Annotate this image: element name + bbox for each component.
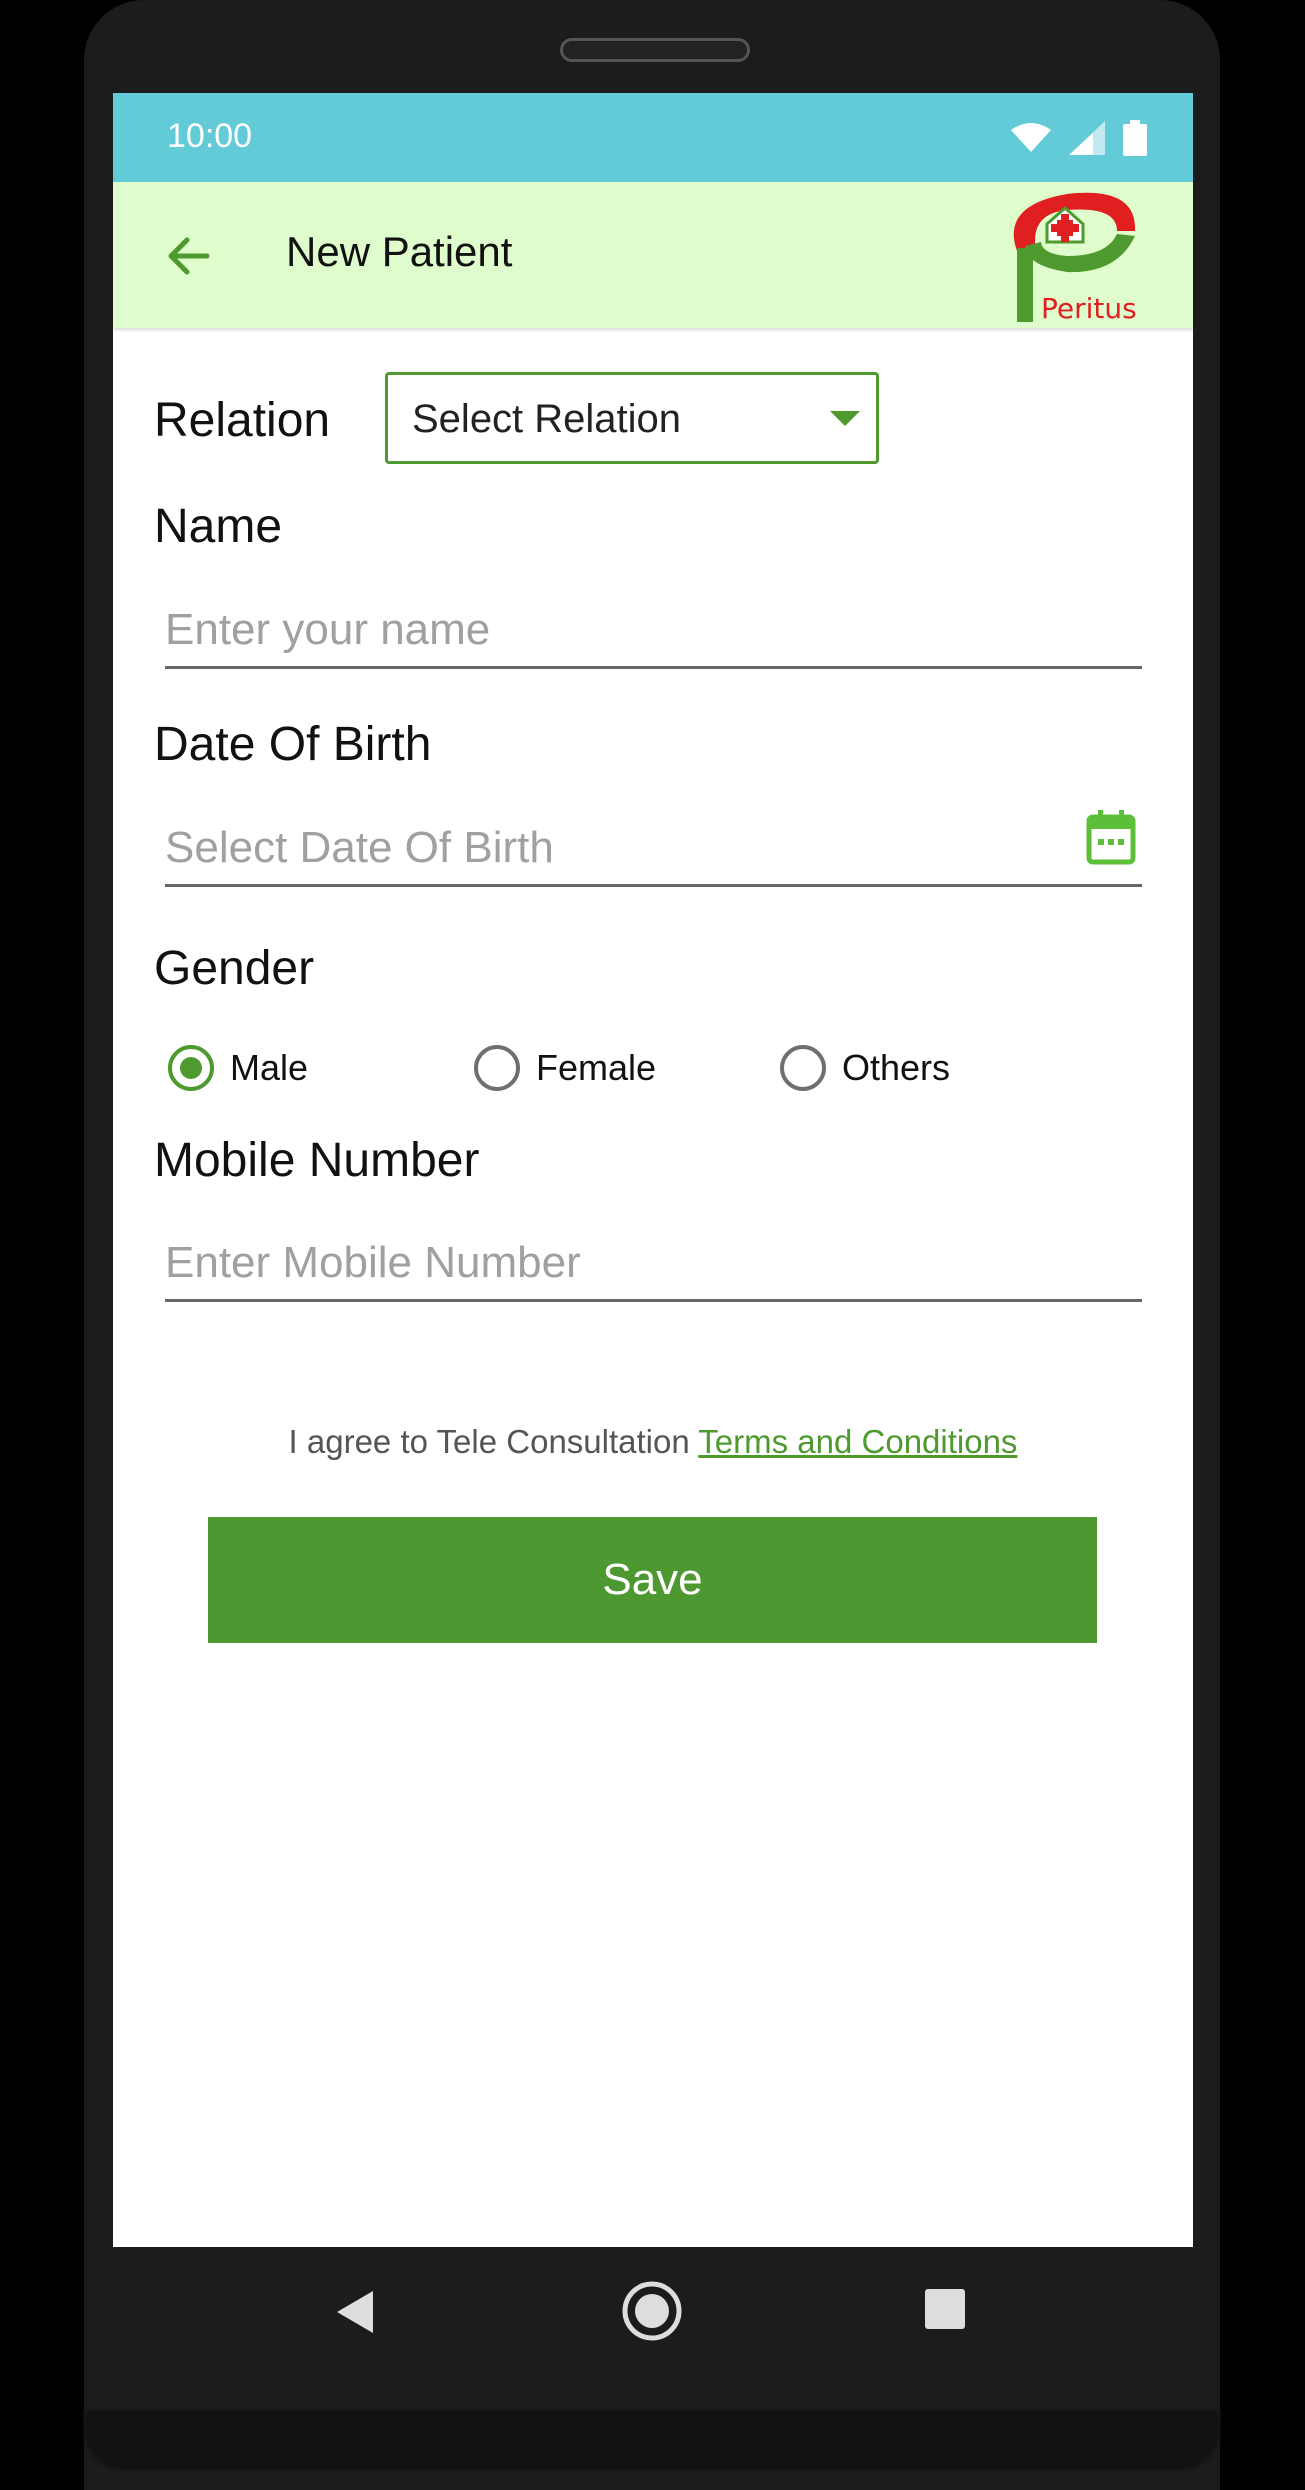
gender-radio-group: Male Female Others: [168, 1038, 1068, 1098]
gender-option-label: Female: [536, 1047, 657, 1088]
radio-checked-icon: [168, 1045, 214, 1091]
recents-nav-icon[interactable]: [923, 2287, 967, 2331]
back-arrow-icon[interactable]: [159, 226, 219, 286]
save-button[interactable]: Save: [208, 1517, 1097, 1643]
peritus-logo: Peritus: [1013, 192, 1137, 324]
mobile-input[interactable]: Enter Mobile Number: [165, 1238, 1142, 1302]
mobile-placeholder: Enter Mobile Number: [165, 1238, 581, 1287]
status-icons: [1011, 115, 1147, 161]
status-time: 10:00: [167, 117, 253, 155]
logo-text: Peritus: [1041, 292, 1137, 324]
dob-placeholder: Select Date Of Birth: [165, 823, 554, 872]
terms-text: I agree to Tele Consultation Terms and C…: [113, 1423, 1193, 1461]
signal-icon: [1069, 121, 1105, 155]
gender-option-label: Others: [842, 1047, 951, 1088]
navigation-bar: [113, 2247, 1193, 2407]
name-placeholder: Enter your name: [165, 605, 491, 654]
speaker-grille: [560, 38, 750, 62]
dob-label: Date Of Birth: [154, 718, 432, 771]
relation-select-value: Select Relation: [412, 397, 682, 441]
dropdown-arrow-icon: [830, 411, 860, 426]
home-nav-icon[interactable]: [620, 2279, 684, 2343]
battery-icon: [1123, 120, 1147, 156]
name-label: Name: [154, 500, 283, 553]
terms-prefix: I agree to Tele Consultation: [288, 1423, 690, 1460]
screen: 10:00 New Patient Peritus Relation Selec…: [113, 93, 1193, 2247]
back-nav-icon[interactable]: [333, 2287, 377, 2337]
gender-radio-others[interactable]: Others: [780, 1038, 950, 1098]
status-bar: 10:00: [113, 93, 1193, 182]
gender-option-label: Male: [230, 1047, 309, 1088]
name-input[interactable]: Enter your name: [165, 605, 1142, 669]
radio-unchecked-icon: [780, 1045, 826, 1091]
calendar-icon[interactable]: [1086, 809, 1136, 865]
wifi-icon: [1011, 123, 1051, 152]
phone-frame-bottom: [84, 2410, 1220, 2470]
terms-link[interactable]: Terms and Conditions: [698, 1423, 1017, 1460]
app-bar: New Patient Peritus: [113, 182, 1193, 328]
gender-label: Gender: [154, 942, 315, 995]
relation-label: Relation: [154, 394, 331, 447]
page-title: New Patient: [286, 228, 513, 275]
gender-radio-female[interactable]: Female: [474, 1038, 656, 1098]
radio-unchecked-icon: [474, 1045, 520, 1091]
relation-select[interactable]: Select Relation: [385, 372, 879, 464]
dob-input[interactable]: Select Date Of Birth: [165, 810, 1142, 887]
gender-radio-male[interactable]: Male: [168, 1038, 308, 1098]
mobile-label: Mobile Number: [154, 1134, 480, 1187]
